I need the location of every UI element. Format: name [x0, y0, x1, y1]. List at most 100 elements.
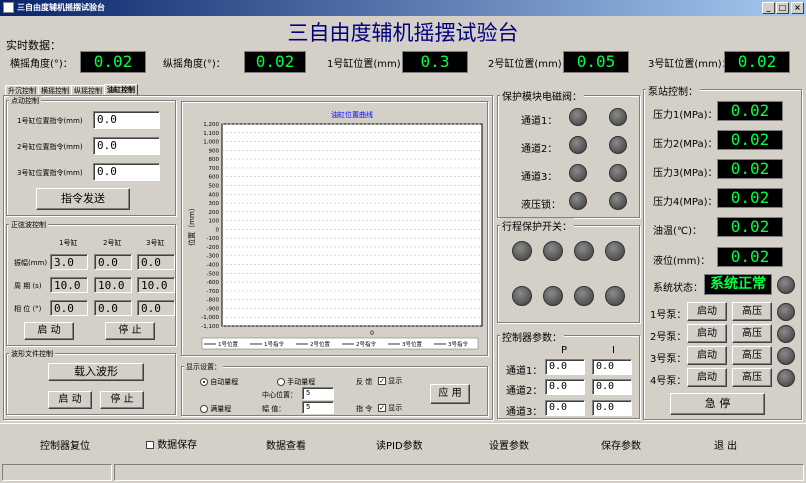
sine-col-cyl1: 1号缸 — [59, 239, 78, 247]
amp-cyl1-input[interactable]: 3.0 — [50, 254, 88, 270]
maximize-icon[interactable]: □ — [776, 2, 789, 14]
send-command-button[interactable]: 指令发送 — [36, 188, 130, 210]
point-control-label: 点动控制 — [9, 96, 41, 106]
sine-stop-button[interactable]: 停 止 — [105, 322, 155, 340]
pump-label: 泵站控制： — [646, 83, 700, 98]
cmd3-input[interactable]: 0.0 — [93, 163, 160, 181]
pump1-label: 1号泵： — [650, 310, 687, 321]
pid-ch2-i-input[interactable]: 0.0 — [592, 379, 632, 395]
status-pane-1 — [2, 464, 112, 481]
phase-cyl1-input[interactable]: 0.0 — [50, 300, 88, 316]
cmd2-input[interactable]: 0.0 — [93, 137, 160, 155]
load-wave-button[interactable]: 载入波形 — [48, 363, 144, 381]
center-pos-input[interactable]: 5 — [302, 387, 334, 400]
pump3-start-button[interactable]: 启动 — [687, 346, 727, 365]
y-tick-label: -100 — [207, 236, 220, 242]
y-tick-label: 300 — [209, 201, 220, 207]
cyl2-pos-display: 0.05 — [563, 51, 629, 73]
read-pid-button[interactable]: 读PID参数 — [376, 437, 423, 452]
pid-ch1-label: 通道1： — [506, 366, 543, 377]
y-tick-label: -500 — [207, 271, 220, 277]
cyl3-pos-display: 0.02 — [724, 51, 790, 73]
controller-reset-button[interactable]: 控制器复位 — [40, 437, 90, 452]
cyl3-pos-label: 3号缸位置(mm)： — [648, 59, 732, 70]
valve-lock-label: 液压锁： — [521, 200, 561, 211]
cyl1-pos-label: 1号缸位置(mm)： — [327, 59, 411, 70]
period-cyl1-input[interactable]: 10.0 — [50, 277, 88, 293]
exit-button[interactable]: 退 出 — [714, 437, 737, 452]
y-tick-label: 100 — [209, 219, 220, 225]
pid-ch1-p-input[interactable]: 0.0 — [545, 359, 585, 375]
apply-button[interactable]: 应 用 — [430, 384, 470, 404]
pump4-high-button[interactable]: 高压 — [732, 368, 772, 387]
valve-lock-led-b — [609, 192, 627, 210]
y-tick-label: -300 — [207, 254, 220, 260]
y-tick-label: -900 — [207, 306, 220, 312]
pid-ch1-i-input[interactable]: 0.0 — [592, 359, 632, 375]
y-tick-label: -700 — [207, 289, 220, 295]
y-tick-label: 1,100 — [203, 131, 219, 137]
pressure2-label: 压力2(MPa)： — [653, 139, 718, 150]
pump4-start-button[interactable]: 启动 — [687, 368, 727, 387]
auto-range-radio[interactable]: 自动量程 — [200, 377, 238, 387]
cyl2-pos-label: 2号缸位置(mm)： — [488, 59, 572, 70]
phase-label: 相 位 (°) — [14, 305, 42, 313]
command-show-checkbox[interactable]: ✓ 显示 — [378, 403, 402, 413]
emergency-stop-button[interactable]: 急 停 — [670, 393, 765, 415]
valve-ch2-label: 通道2： — [521, 144, 558, 155]
system-status-label: 系统状态： — [653, 283, 703, 294]
y-tick-label: 700 — [209, 166, 220, 172]
wave-stop-button[interactable]: 停 止 — [100, 391, 144, 409]
travel-led-1 — [512, 241, 532, 261]
travel-led-2 — [543, 241, 563, 261]
amp-value-input[interactable]: 5 — [302, 401, 334, 414]
data-view-button[interactable]: 数据查看 — [266, 437, 306, 452]
valve-ch1-label: 通道1： — [521, 116, 558, 127]
valve-ch3-led-b — [609, 164, 627, 182]
pump1-led — [777, 303, 795, 321]
save-params-button[interactable]: 保存参数 — [601, 437, 641, 452]
valve-ch2-led-b — [609, 136, 627, 154]
travel-group — [497, 225, 640, 323]
pid-ch3-p-input[interactable]: 0.0 — [545, 400, 585, 416]
plot-area — [221, 123, 483, 327]
travel-led-7 — [574, 286, 594, 306]
pressure3-display: 0.02 — [717, 159, 783, 179]
phase-cyl2-input[interactable]: 0.0 — [94, 300, 132, 316]
y-tick-label: -800 — [207, 298, 220, 304]
legend-entry: 3号位置 — [402, 340, 422, 348]
pump1-high-button[interactable]: 高压 — [732, 302, 772, 321]
amp-cyl2-input[interactable]: 0.0 — [94, 254, 132, 270]
window-titlebar: 三自由度辅机摇摆试验台 _ □ × — [0, 0, 806, 16]
data-save-checkbox[interactable]: 数据保存 — [146, 436, 197, 451]
pump2-high-button[interactable]: 高压 — [732, 324, 772, 343]
sine-control-label: 正弦波控制 — [9, 220, 48, 230]
cmd1-input[interactable]: 0.0 — [93, 111, 160, 129]
pid-ch3-label: 通道3： — [506, 407, 543, 418]
period-cyl2-input[interactable]: 10.0 — [94, 277, 132, 293]
wave-start-button[interactable]: 启 动 — [48, 391, 92, 409]
minimize-icon[interactable]: _ — [762, 2, 775, 14]
pump3-high-button[interactable]: 高压 — [732, 346, 772, 365]
sine-start-button[interactable]: 启 动 — [24, 322, 74, 340]
phase-cyl3-input[interactable]: 0.0 — [137, 300, 175, 316]
amp-value-label: 幅 值： — [262, 405, 286, 413]
close-icon[interactable]: × — [791, 2, 804, 14]
app-icon — [3, 2, 14, 13]
pump2-start-button[interactable]: 启动 — [687, 324, 727, 343]
full-range-radio[interactable]: 满量程 — [200, 404, 231, 414]
legend-entry: 1号位置 — [218, 340, 238, 348]
pump1-start-button[interactable]: 启动 — [687, 302, 727, 321]
amp-cyl3-input[interactable]: 0.0 — [137, 254, 175, 270]
pid-ch2-p-input[interactable]: 0.0 — [545, 379, 585, 395]
legend-entry: 3号指令 — [448, 340, 468, 348]
y-tick-label: 900 — [209, 148, 220, 154]
valve-ch2-led-a — [569, 136, 587, 154]
set-params-button[interactable]: 设置参数 — [489, 437, 529, 452]
pid-ch3-i-input[interactable]: 0.0 — [592, 400, 632, 416]
cmd1-label: 1号缸位置指令(mm) — [17, 117, 83, 125]
feedback-show-checkbox[interactable]: ✓ 显示 — [378, 376, 402, 386]
period-cyl3-input[interactable]: 10.0 — [137, 277, 175, 293]
roll-angle-label: 横摇角度(°)： — [10, 59, 73, 70]
manual-range-radio[interactable]: 手动量程 — [277, 377, 315, 387]
